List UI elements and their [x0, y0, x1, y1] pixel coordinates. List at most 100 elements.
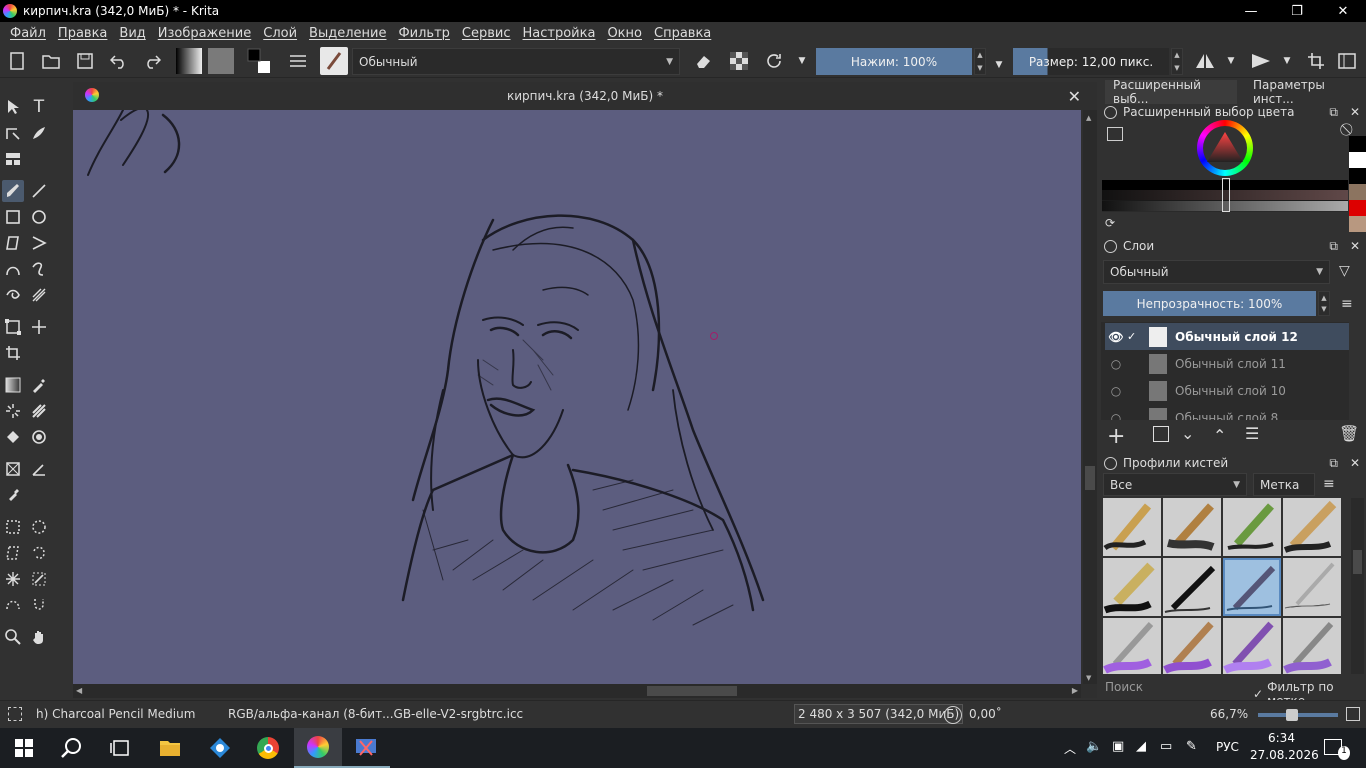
fg-bg-color-icon[interactable] [246, 47, 274, 75]
zoom-tool-icon[interactable] [2, 626, 24, 648]
volume-icon[interactable]: 🔈 [1086, 739, 1102, 754]
lock-icon[interactable] [1104, 456, 1117, 470]
bezier-select-tool-icon[interactable] [2, 594, 24, 616]
text-tool-icon[interactable]: T [28, 96, 50, 118]
float-icon[interactable]: ⧉ [1329, 105, 1338, 120]
eye-icon[interactable]: 👁 [1105, 330, 1127, 344]
freehand-select-tool-icon[interactable] [28, 542, 50, 564]
pen-icon[interactable]: ✎ [1186, 739, 1197, 754]
add-layer-icon[interactable]: + [1107, 424, 1125, 449]
crop-tool-icon[interactable] [2, 342, 24, 364]
brush-preset[interactable] [1223, 498, 1281, 556]
edit-shapes-tool-icon[interactable] [2, 122, 24, 144]
menu-icon[interactable]: ≡ [1323, 476, 1335, 492]
chevron-down-icon[interactable]: ▼ [1224, 50, 1238, 72]
redo-icon[interactable] [141, 50, 163, 72]
brush-preset[interactable] [1223, 618, 1281, 674]
similar-select-tool-icon[interactable] [28, 568, 50, 590]
mirror-horizontal-icon[interactable] [1194, 50, 1216, 72]
color-history-bar[interactable] [1102, 178, 1348, 212]
float-icon[interactable]: ⧉ [1329, 456, 1338, 471]
color-picker-tool-icon[interactable] [28, 374, 50, 396]
transform-tool-icon[interactable] [2, 316, 24, 338]
layer-blend-dropdown[interactable]: Обычный ▼ [1103, 260, 1330, 284]
gradient-tool-icon[interactable] [2, 374, 24, 396]
size-slider[interactable]: Размер: 12,00 пикс. [1013, 48, 1169, 75]
search-icon[interactable] [48, 728, 96, 768]
color-selector-settings-icon[interactable] [1107, 127, 1123, 141]
zoom-slider[interactable] [1258, 709, 1338, 721]
canvas-horizontal-scrollbar[interactable]: ◀ ▶ [73, 684, 1081, 698]
rect-select-tool-icon[interactable] [2, 516, 24, 538]
tag-button[interactable]: Метка [1253, 473, 1315, 496]
meet-icon[interactable]: ▣ [1112, 739, 1124, 754]
input-language[interactable]: РУС [1216, 740, 1239, 754]
select-shapes-tool-icon[interactable] [2, 96, 24, 118]
save-icon[interactable] [74, 50, 96, 72]
eye-hidden-icon[interactable]: ○ [1105, 411, 1127, 421]
multibrush-tool-icon[interactable] [28, 284, 50, 306]
lock-icon[interactable] [1104, 105, 1117, 119]
close-icon[interactable]: ✕ [1350, 239, 1360, 253]
refresh-icon[interactable]: ⟳ [1105, 216, 1115, 230]
minimize-button[interactable]: — [1228, 0, 1274, 22]
canvas-vertical-scrollbar[interactable]: ▲ ▼ [1083, 110, 1097, 684]
opacity-spinner[interactable]: ▲ ▼ [1318, 291, 1330, 316]
brush-tag-dropdown[interactable]: Все ▼ [1103, 473, 1247, 496]
menu-select[interactable]: Выделение [309, 26, 386, 41]
brush-preset[interactable] [1103, 498, 1161, 556]
brush-preset[interactable] [1283, 618, 1341, 674]
chevron-down-icon[interactable]: ▼ [795, 50, 809, 72]
menu-icon[interactable]: ≡ [1341, 296, 1353, 312]
assistant-tool-icon[interactable] [2, 148, 24, 170]
freehand-path-tool-icon[interactable] [28, 258, 50, 280]
size-spinner[interactable]: ▲ ▼ [1171, 48, 1183, 75]
close-window-button[interactable]: ✕ [1320, 0, 1366, 22]
brush-preset[interactable] [1103, 618, 1161, 674]
lock-icon[interactable] [1104, 239, 1117, 253]
ellipse-tool-icon[interactable] [28, 206, 50, 228]
menu-edit[interactable]: Правка [58, 26, 107, 41]
calligraphy-tool-icon[interactable] [28, 122, 50, 144]
line-tool-icon[interactable] [28, 180, 50, 202]
brush-preset[interactable] [1283, 558, 1341, 616]
pattern-selector-icon[interactable] [208, 48, 234, 74]
menu-filter[interactable]: Фильтр [398, 26, 449, 41]
selection-mode-icon[interactable] [8, 707, 22, 721]
canvas-only-icon[interactable] [1336, 50, 1358, 72]
krita-taskbar-icon[interactable] [294, 728, 342, 768]
brush-preset[interactable] [1103, 558, 1161, 616]
polyline-tool-icon[interactable] [28, 232, 50, 254]
close-icon[interactable]: ✕ [1350, 456, 1360, 470]
dynamic-brush-tool-icon[interactable] [2, 284, 24, 306]
chevron-up-icon[interactable]: ︿ [1064, 740, 1076, 757]
snipping-tool-icon[interactable] [342, 728, 390, 768]
file-explorer-icon[interactable] [146, 728, 194, 768]
menu-help[interactable]: Справка [654, 26, 711, 41]
pressure-spinner[interactable]: ▲ ▼ [974, 48, 986, 75]
tab-advanced-color[interactable]: Расширенный выб... [1105, 78, 1237, 106]
brush-preset[interactable] [1163, 498, 1221, 556]
undo-icon[interactable] [108, 50, 130, 72]
fill-pattern-tool-icon[interactable] [28, 400, 50, 422]
brush-preset-icon[interactable] [320, 47, 348, 75]
blend-mode-dropdown[interactable]: Обычный ▼ [352, 48, 680, 75]
hue-ring[interactable] [1197, 120, 1253, 176]
maximize-button[interactable]: ❐ [1274, 0, 1320, 22]
rotation-icon[interactable] [944, 706, 962, 724]
drawing-canvas[interactable] [73, 110, 1081, 684]
eraser-mode-icon[interactable] [692, 50, 714, 72]
reference-images-tool-icon[interactable] [2, 484, 24, 506]
layer-row-10[interactable]: ○ Обычный слой 10 [1105, 377, 1349, 404]
magnetic-select-tool-icon[interactable] [28, 594, 50, 616]
layer-properties-icon[interactable]: ☰ [1245, 424, 1259, 443]
fill-tool-icon[interactable] [2, 426, 24, 448]
palette-swatches[interactable] [1349, 136, 1366, 232]
fullscreen-icon[interactable] [1346, 707, 1360, 721]
pan-tool-icon[interactable] [28, 626, 50, 648]
move-down-icon[interactable]: ⌄ [1181, 424, 1194, 443]
clock-time[interactable]: 6:34 [1268, 731, 1295, 745]
gradient-selector-icon[interactable] [176, 48, 202, 74]
start-icon[interactable] [0, 728, 48, 768]
menu-view[interactable]: Вид [119, 26, 145, 41]
